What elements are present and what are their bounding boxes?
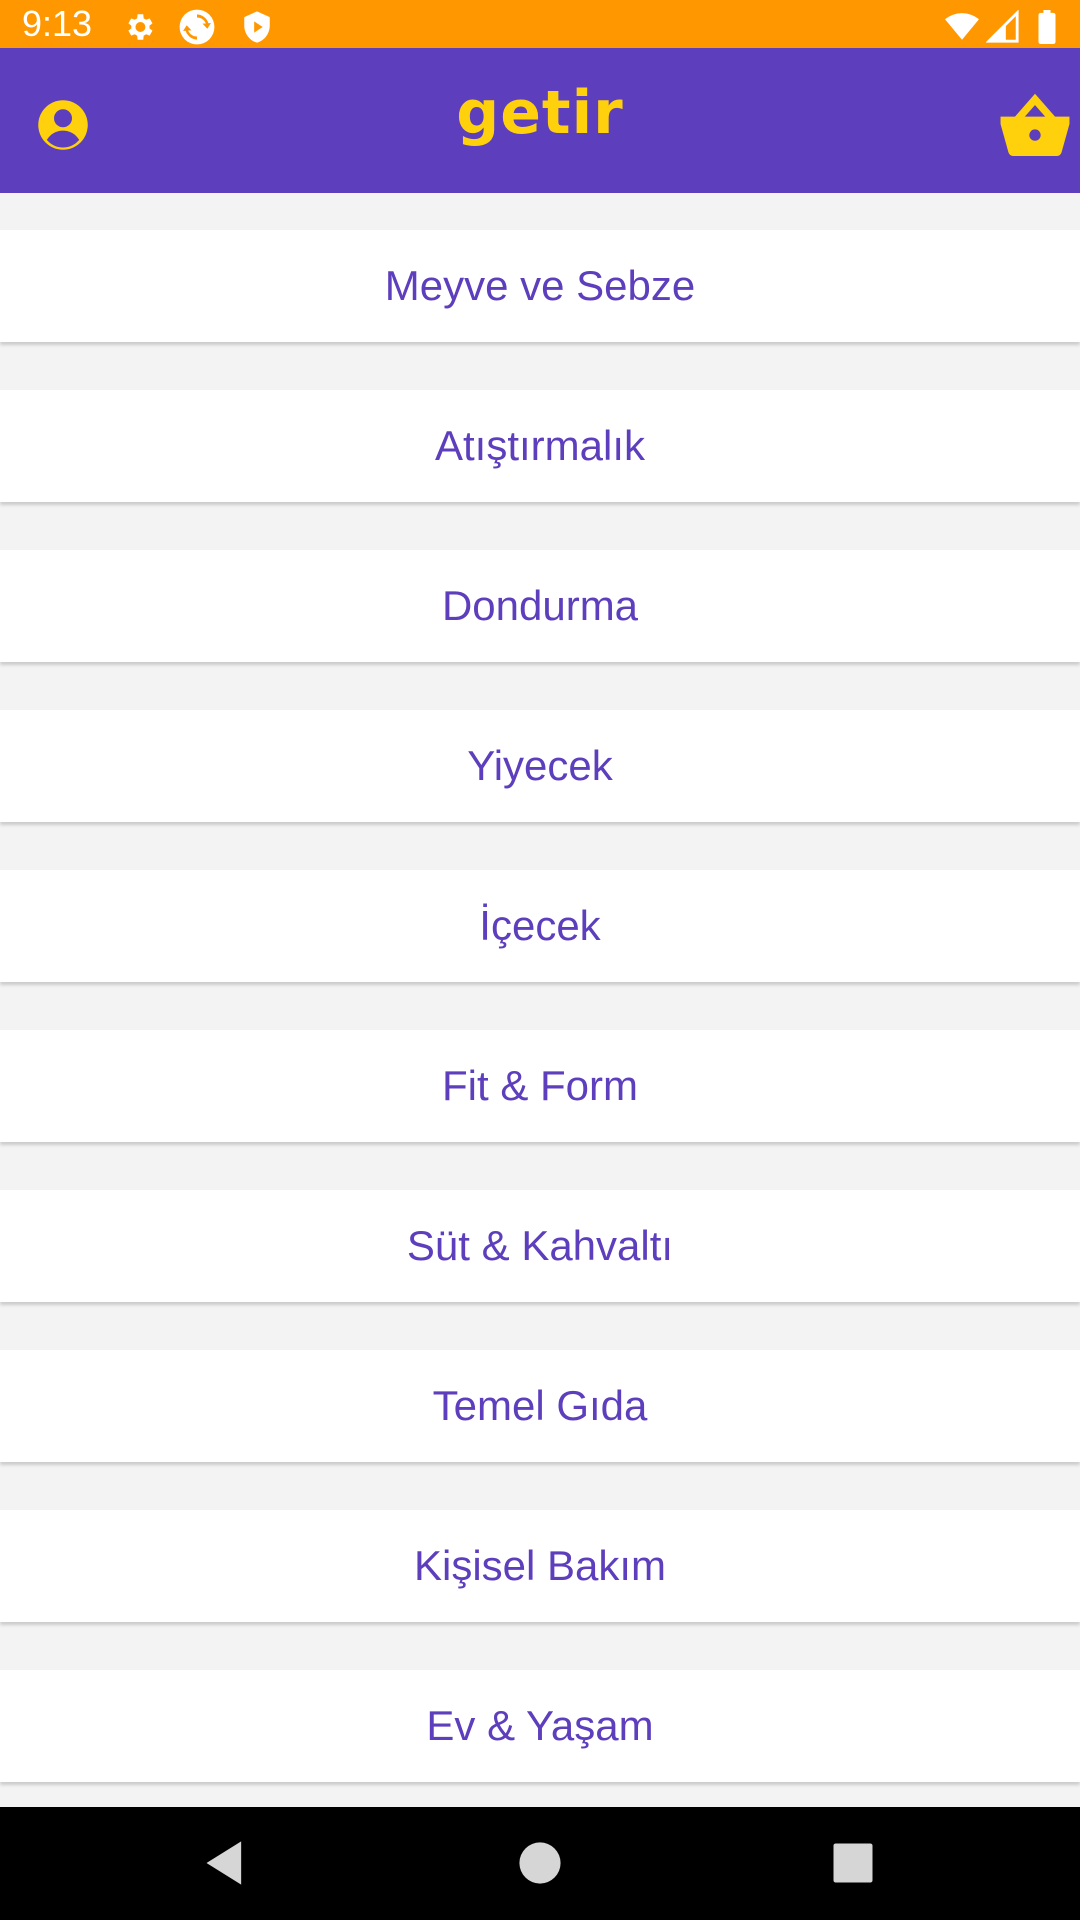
category-item-sut-kahvalti[interactable]: Süt & Kahvaltı <box>0 1190 1080 1302</box>
category-label: Dondurma <box>441 582 639 629</box>
app-bar: getir <box>0 48 1080 193</box>
basket-icon[interactable] <box>1000 92 1070 156</box>
category-item-temel-gida[interactable]: Temel Gıda <box>0 1350 1080 1462</box>
wifi-icon <box>945 13 979 40</box>
category-label: Meyve ve Sebze <box>384 262 696 309</box>
category-label: Ev & Yaşam <box>426 1702 654 1749</box>
category-label: Kişisel Bakım <box>413 1542 667 1589</box>
play-protect-icon <box>244 11 270 43</box>
back-icon[interactable] <box>200 1837 252 1889</box>
category-item-yiyecek[interactable]: Yiyecek <box>0 710 1080 822</box>
category-item-dondurma[interactable]: Dondurma <box>0 550 1080 662</box>
home-icon[interactable] <box>514 1837 566 1889</box>
sync-icon <box>179 9 215 45</box>
category-item-atistirmalik[interactable]: Atıştırmalık <box>0 390 1080 502</box>
battery-icon <box>1038 10 1056 44</box>
recents-icon[interactable] <box>827 1837 879 1889</box>
category-label: Fit & Form <box>442 1062 638 1109</box>
settings-icon <box>128 14 153 40</box>
category-label: Temel Gıda <box>432 1382 648 1429</box>
category-item-icecek[interactable]: İçecek <box>0 870 1080 982</box>
category-label: Yiyecek <box>467 742 613 789</box>
category-label: Süt & Kahvaltı <box>406 1222 674 1269</box>
category-label: İçecek <box>479 902 601 949</box>
category-item-ev-yasam[interactable]: Ev & Yaşam <box>0 1670 1080 1782</box>
category-item-kisisel-bakim[interactable]: Kişisel Bakım <box>0 1510 1080 1622</box>
category-label: Atıştırmalık <box>434 422 646 469</box>
app-logo: getir <box>456 78 624 148</box>
status-bar: 9:13 <box>0 0 1080 48</box>
category-list: Meyve ve Sebze Atıştırmalık Dondurma Yiy… <box>0 193 1080 1807</box>
category-item-fit-form[interactable]: Fit & Form <box>0 1030 1080 1142</box>
cell-signal-icon <box>986 10 1019 43</box>
status-time: 9:13 <box>22 3 93 44</box>
navigation-bar <box>0 1807 1080 1920</box>
category-item-meyve-ve-sebze[interactable]: Meyve ve Sebze <box>0 230 1080 342</box>
